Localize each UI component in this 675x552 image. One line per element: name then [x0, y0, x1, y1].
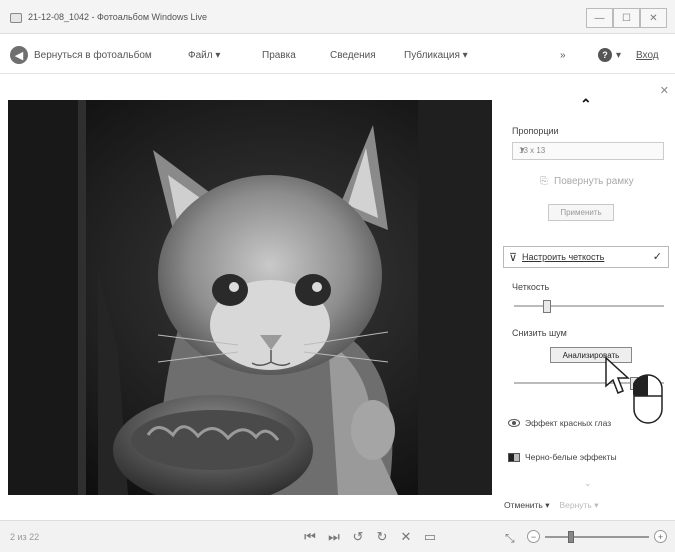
zoom-thumb[interactable] — [568, 531, 574, 543]
rotate-left-icon[interactable]: ↺ — [348, 527, 368, 547]
chevron-down-icon: ▼ — [519, 147, 526, 154]
publish-menu[interactable]: Публикация ▾ — [404, 50, 468, 61]
red-eye-label: Эффект красных глаз — [525, 418, 612, 428]
proportion-label: Пропорции — [512, 126, 559, 136]
rotate-frame-label: Повернуть рамку — [554, 176, 634, 187]
zoom-out-icon[interactable]: − — [527, 530, 540, 543]
help-icon[interactable]: ? — [598, 48, 612, 62]
maximize-button[interactable]: ☐ — [613, 8, 640, 28]
previous-icon[interactable]: ⏮ — [300, 527, 320, 547]
next-icon[interactable]: ⏭ — [324, 527, 344, 547]
zoom-slider[interactable]: − + — [527, 530, 667, 544]
collapse-up-icon[interactable]: ⌃ — [580, 96, 592, 113]
delete-icon[interactable]: ✕ — [396, 527, 416, 547]
sharpness-label: Четкость — [512, 282, 550, 292]
undo-redo-row: Отменить ▾ Вернуть ▾ — [504, 500, 599, 511]
expand-down-icon[interactable]: ⌄ — [584, 478, 592, 489]
sharpness-slider-track — [514, 305, 664, 307]
checkmark-icon: ✓ — [652, 251, 662, 263]
bw-effects-button[interactable]: Черно-белые эффекты — [508, 452, 617, 462]
red-eye-button[interactable]: Эффект красных глаз — [508, 418, 611, 428]
back-arrow-icon[interactable]: ◀ — [10, 46, 28, 64]
window-title: 21-12-08_1042 - Фотоальбом Windows Live — [28, 12, 208, 22]
kitten-photo — [8, 100, 492, 495]
undo-button[interactable]: Отменить ▾ — [504, 500, 549, 511]
mouse-icon — [633, 374, 663, 424]
rotate-right-icon[interactable]: ↻ — [372, 527, 392, 547]
denoise-label: Снизить шум — [512, 328, 567, 338]
eye-icon — [508, 419, 520, 427]
minimize-button[interactable]: — — [586, 8, 613, 28]
apply-button[interactable]: Применить — [548, 204, 614, 221]
bw-effects-icon — [508, 452, 520, 462]
status-bar: 2 из 22 ⏮ ⏭ ↺ ↻ ✕ ▭ ⤡ − + — [0, 520, 675, 552]
zoom-in-icon[interactable]: + — [654, 530, 667, 543]
funnel-icon: ⊽ — [509, 252, 518, 264]
navigation-controls: ⏮ ⏭ ↺ ↻ ✕ ▭ — [300, 527, 440, 547]
close-button[interactable]: ✕ — [640, 8, 667, 28]
rotate-frame-icon: ⎘ — [540, 176, 548, 187]
toolbar: ◀ Вернуться в фотоальбом Файл ▾ Правка С… — [0, 34, 675, 74]
fix-button[interactable]: Правка — [262, 50, 296, 61]
help-caret-icon[interactable]: ▾ — [616, 50, 621, 61]
sharpness-slider[interactable] — [514, 300, 664, 313]
photo-position: 2 из 22 — [10, 532, 40, 542]
app-icon — [10, 13, 22, 23]
proportion-select[interactable]: 13 x 13 ▼ — [512, 142, 664, 160]
back-to-gallery-link[interactable]: Вернуться в фотоальбом — [34, 50, 152, 61]
photo-viewer[interactable] — [8, 100, 492, 495]
redo-button[interactable]: Вернуть ▾ — [559, 500, 598, 511]
title-bar: 21-12-08_1042 - Фотоальбом Windows Live … — [0, 0, 675, 34]
edit-panel: ✕ ⌃ Пропорции 13 x 13 ▼ ⎘ Повернуть рамк… — [500, 74, 675, 520]
file-menu[interactable]: Файл ▾ — [188, 50, 220, 61]
info-button[interactable]: Сведения — [330, 50, 376, 61]
panel-close-icon[interactable]: ✕ — [660, 84, 669, 97]
sign-in-link[interactable]: Вход — [636, 50, 659, 61]
sharpness-section-title: Настроить четкость — [522, 252, 605, 262]
bw-effects-label: Черно-белые эффекты — [525, 452, 617, 462]
hand-cursor-icon — [605, 356, 630, 394]
slideshow-icon[interactable]: ▭ — [420, 527, 440, 547]
overflow-chevron-icon[interactable]: » — [560, 50, 566, 61]
rotate-frame-button[interactable]: ⎘ Повернуть рамку — [540, 176, 634, 187]
fit-to-window-icon[interactable]: ⤡ — [505, 531, 515, 546]
sharpness-slider-thumb[interactable] — [543, 300, 551, 313]
zoom-track — [545, 536, 649, 538]
window-controls: — ☐ ✕ — [586, 8, 667, 28]
sharpness-section-header[interactable]: ⊽ Настроить четкость ✓ — [503, 246, 669, 268]
